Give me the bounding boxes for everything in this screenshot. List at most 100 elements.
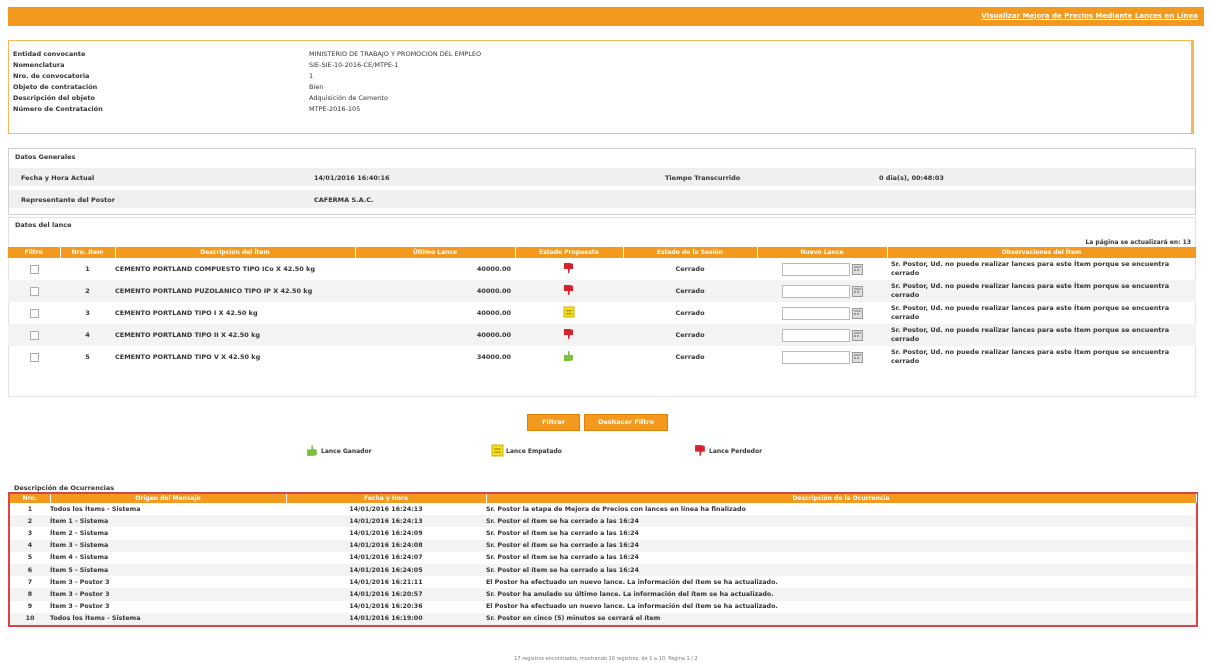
ocurrencia-nro: 7: [27, 578, 33, 586]
ocurrencia-fecha: 14/01/2016 16:20:57: [286, 588, 486, 601]
ocurrencia-fecha: 14/01/2016 16:24:05: [286, 563, 486, 577]
legend-ganador: Lance Ganador: [306, 444, 372, 458]
item-descripcion: CEMENTO PORTLAND COMPUESTO TIPO ICo X 42…: [115, 265, 316, 273]
info-value: Adquisición de Cemento: [309, 94, 388, 102]
item-nro: 2: [60, 280, 115, 302]
nuevo-lance-input[interactable]: [781, 284, 850, 298]
ocurrencia-desc: Sr. Postor el ítem se ha cerrado a las 1…: [486, 539, 1196, 552]
ocurrencia-fecha: 14/01/2016 16:24:08: [286, 539, 486, 552]
ocurrencia-origen: Ítem 4 - Sistema: [50, 554, 109, 562]
item-ultimo-lance: 40000.00: [476, 309, 511, 317]
legend-label: Lance Empatado: [506, 447, 562, 455]
refresh-note: La página se actualizará en: 13: [1085, 239, 1191, 246]
ocurrencia-origen: Todos los Ítems - Sistema: [50, 612, 286, 625]
ocurrencia-origen: Ítem 2 - Sistema: [50, 529, 109, 537]
col-nro-item: Nro. ítem: [60, 247, 116, 258]
ocurrencia-origen: Ítem 3 - Postor 3: [50, 578, 110, 586]
lance-row: 4 CEMENTO PORTLAND TIPO II X 42.50 kg 40…: [8, 324, 1196, 346]
info-label: Objeto de contratación: [13, 83, 98, 91]
ocurrencia-row: 10 Todos los Ítems - Sistema 14/01/2016 16…: [10, 612, 1196, 625]
ocurrencia-nro: 9: [27, 603, 33, 611]
filtro-checkbox[interactable]: [29, 330, 39, 340]
item-estado-sesion: Cerrado: [675, 309, 705, 317]
ocurrencias-header-row: Nro. Origen del Mensaje Fecha y Hora Des…: [10, 494, 1197, 503]
ocurrencia-desc: Sr. Postor el ítem se ha cerrado a las 1…: [486, 515, 1196, 528]
convocatoria-info: Entidad convocante MINISTERIO DE TRABAJO…: [8, 40, 1194, 134]
thumbs-down-icon: [563, 329, 575, 342]
ocurrencia-desc: Sr. Postor ha anulado su último lance. L…: [486, 588, 1196, 601]
fecha-label: Fecha y Hora Actual: [21, 174, 95, 182]
nuevo-lance-input[interactable]: [781, 306, 850, 320]
col-descripcion: Descripción del Ítem: [115, 247, 356, 258]
lances-header-row: Filtro Nro. ítem Descripción del Ítem Úl…: [8, 247, 1197, 258]
item-descripcion: CEMENTO PORTLAND TIPO V X 42.50 kg: [115, 353, 261, 361]
ocurrencia-nro: 8: [10, 588, 50, 601]
item-observacion: Sr. Postor, Ud. no puede realizar lances…: [887, 280, 1196, 302]
info-value: 1: [309, 72, 314, 80]
deshacer-filtro-button[interactable]: Deshacer Filtro: [584, 414, 668, 431]
item-observacion: Sr. Postor, Ud. no puede realizar lances…: [887, 324, 1196, 346]
lances-table: Filtro Nro. ítem Descripción del Ítem Úl…: [8, 247, 1197, 368]
ocurrencia-fecha: 14/01/2016 16:24:07: [349, 554, 423, 562]
calculator-icon[interactable]: [851, 285, 863, 297]
ocurrencia-desc: El Postor ha efectuado un nuevo lance. L…: [486, 603, 778, 611]
ocurrencia-fecha: 14/01/2016 16:24:09: [349, 529, 423, 537]
col-nro: Nro.: [10, 494, 51, 503]
filtrar-button[interactable]: Filtrar: [527, 414, 580, 431]
top-bar: Visualizar Mejora de Precios Mediante La…: [8, 7, 1204, 26]
filtro-checkbox[interactable]: [29, 352, 39, 362]
ocurrencia-row: 6 Ítem 5 - Sistema 14/01/2016 16:24:05 Sr. …: [10, 563, 1196, 577]
pagination-footer: 17 registros encontrados, mostrando 10 r…: [514, 656, 698, 662]
info-label: Descripción del objeto: [13, 94, 95, 102]
info-label: Número de Contratación: [13, 105, 103, 113]
ocurrencias-title: Descripción de Ocurrencias: [14, 484, 115, 492]
datos-lance-title: Datos del lance: [15, 221, 72, 229]
ocurrencia-row: 5 Ítem 4 - Sistema 14/01/2016 16:24:07 Sr. …: [10, 552, 1196, 564]
info-label: Entidad convocante: [13, 50, 86, 58]
item-estado-sesion: Cerrado: [623, 324, 757, 346]
thumbs-up-icon: [563, 351, 575, 364]
ocurrencia-origen: Ítem 3 - Postor 3: [50, 588, 286, 601]
nuevo-lance-input[interactable]: [781, 262, 850, 276]
calculator-icon[interactable]: [851, 351, 863, 363]
calculator-icon[interactable]: [851, 307, 863, 319]
lance-row: 3 CEMENTO PORTLAND TIPO I X 42.50 kg 400…: [8, 302, 1196, 324]
ocurrencia-origen: Ítem 1 - Sistema: [50, 515, 286, 528]
ocurrencia-origen: Ítem 3 - Sistema: [50, 539, 286, 552]
legend-label: Lance Ganador: [321, 447, 372, 455]
ocurrencia-fecha: 14/01/2016 16:21:11: [349, 578, 423, 586]
ocurrencia-nro: 4: [10, 539, 50, 552]
nuevo-lance-input[interactable]: [781, 350, 850, 364]
calculator-icon[interactable]: [851, 263, 863, 275]
info-row-entidad: Entidad convocante MINISTERIO DE TRABAJO…: [13, 50, 813, 61]
col-fecha: Fecha y Hora: [286, 494, 487, 503]
ocurrencia-desc: Sr. Postor el ítem se ha cerrado a las 1…: [486, 529, 639, 537]
item-ultimo-lance: 40000.00: [355, 324, 515, 346]
col-ultimo-lance: Último Lance: [355, 247, 516, 258]
calculator-icon[interactable]: [851, 329, 863, 341]
visualizar-mejora-link[interactable]: Visualizar Mejora de Precios Mediante La…: [981, 12, 1198, 20]
info-row-objeto: Objeto de contratación Bien: [13, 83, 813, 94]
item-nro: 1: [85, 265, 90, 273]
representante-label: Representante del Postor: [21, 196, 115, 204]
filtro-checkbox[interactable]: [29, 308, 39, 318]
datos-generales-section: Datos Generales Fecha y Hora Actual 14/0…: [8, 148, 1196, 215]
filtro-checkbox[interactable]: [29, 286, 39, 296]
representante-value: CAFERMA S.A.C.: [314, 196, 374, 204]
info-row-nomenclatura: Nomenclatura SIE-SIE-10-2016-CE/MTPE-1: [13, 61, 813, 72]
item-observacion: Sr. Postor, Ud. no puede realizar lances…: [891, 348, 1170, 365]
legend-perdedor: Lance Perdedor: [694, 444, 762, 458]
item-estado-sesion: Cerrado: [623, 280, 757, 302]
filtro-checkbox[interactable]: [29, 264, 39, 274]
tiempo-value: 0 dia(s), 00:48:03: [879, 174, 944, 182]
thumbs-down-icon: [563, 285, 575, 298]
ocurrencia-desc: Sr. Postor el ítem se ha cerrado a las 1…: [486, 563, 1196, 577]
item-ultimo-lance: 40000.00: [355, 280, 515, 302]
ocurrencia-desc: Sr. Postor el ítem se ha cerrado a las 1…: [486, 554, 639, 562]
col-nuevo-lance: Nuevo Lance: [757, 247, 888, 258]
tie-icon: [491, 444, 504, 459]
nuevo-lance-input[interactable]: [781, 328, 850, 342]
col-origen: Origen del Mensaje: [50, 494, 287, 503]
ocurrencia-row: 4 Ítem 3 - Sistema 14/01/2016 16:24:08 Sr. …: [10, 539, 1196, 552]
info-value: Bien: [309, 83, 324, 91]
